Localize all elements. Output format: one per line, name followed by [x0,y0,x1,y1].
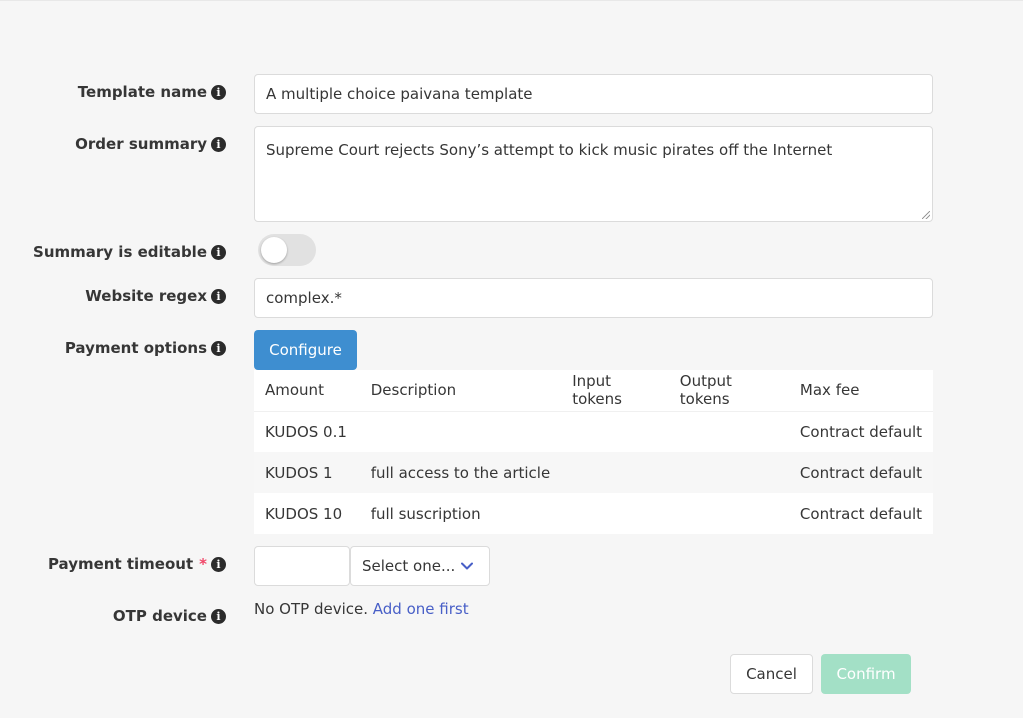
template-name-label: Template name i [78,83,226,101]
order-summary-textarea[interactable]: Supreme Court rejects Sony’s attempt to … [254,126,933,222]
info-icon[interactable]: i [211,84,226,100]
cell-amount: KUDOS 0.1 [254,411,360,452]
column-header-description: Description [359,370,562,412]
summary-editable-label: Summary is editable i [33,243,226,261]
top-divider [0,0,1023,1]
chevron-down-icon [461,562,473,570]
column-header-max-fee: Max fee [788,370,933,412]
order-summary-label: Order summary i [75,135,226,153]
toggle-knob [261,237,287,263]
summary-editable-toggle[interactable] [258,234,316,266]
template-name-input[interactable]: A multiple choice paivana template [254,74,933,114]
cell-description: full access to the article [359,452,562,493]
cell-amount: KUDOS 1 [254,452,360,493]
cell-max-fee: Contract default [788,493,933,534]
info-icon[interactable]: i [211,340,226,356]
cell-output-tokens [668,493,789,534]
cell-max-fee: Contract default [788,452,933,493]
website-regex-input[interactable]: complex.* [254,278,933,318]
payment-timeout-label: Payment timeout * i [48,555,226,573]
cancel-button[interactable]: Cancel [730,654,813,694]
cell-output-tokens [668,452,789,493]
resize-handle-icon[interactable] [922,211,930,219]
cell-description [359,411,562,452]
column-header-input-tokens: Input tokens [561,370,669,412]
cell-max-fee: Contract default [788,411,933,452]
cell-input-tokens [561,452,669,493]
configure-button[interactable]: Configure [254,330,357,370]
info-icon[interactable]: i [211,244,226,260]
info-icon[interactable]: i [211,136,226,152]
table-row[interactable]: KUDOS 10 full suscription Contract defau… [254,493,933,534]
add-otp-device-link[interactable]: Add one first [373,600,469,618]
required-mark: * [199,555,207,573]
info-icon[interactable]: i [211,556,226,572]
table-row[interactable]: KUDOS 0.1 Contract default [254,411,933,452]
cell-description: full suscription [359,493,562,534]
table-row[interactable]: KUDOS 1 full access to the article Contr… [254,452,933,493]
table-header-row: Amount Description Input tokens Output t… [254,370,933,412]
info-icon[interactable]: i [211,608,226,624]
payment-options-label: Payment options i [65,339,226,357]
otp-device-label: OTP device i [113,607,226,625]
column-header-output-tokens: Output tokens [668,370,789,412]
info-icon[interactable]: i [211,288,226,304]
cell-input-tokens [561,411,669,452]
payment-timeout-unit-select[interactable]: Select one... [350,546,490,586]
otp-device-message: No OTP device. Add one first [254,600,469,618]
cell-amount: KUDOS 10 [254,493,360,534]
cell-input-tokens [561,493,669,534]
confirm-button[interactable]: Confirm [821,654,911,694]
column-header-amount: Amount [254,370,360,412]
website-regex-label: Website regex i [85,287,226,305]
payment-timeout-input[interactable] [254,546,350,586]
cell-output-tokens [668,411,789,452]
payment-options-table: Amount Description Input tokens Output t… [254,370,933,534]
